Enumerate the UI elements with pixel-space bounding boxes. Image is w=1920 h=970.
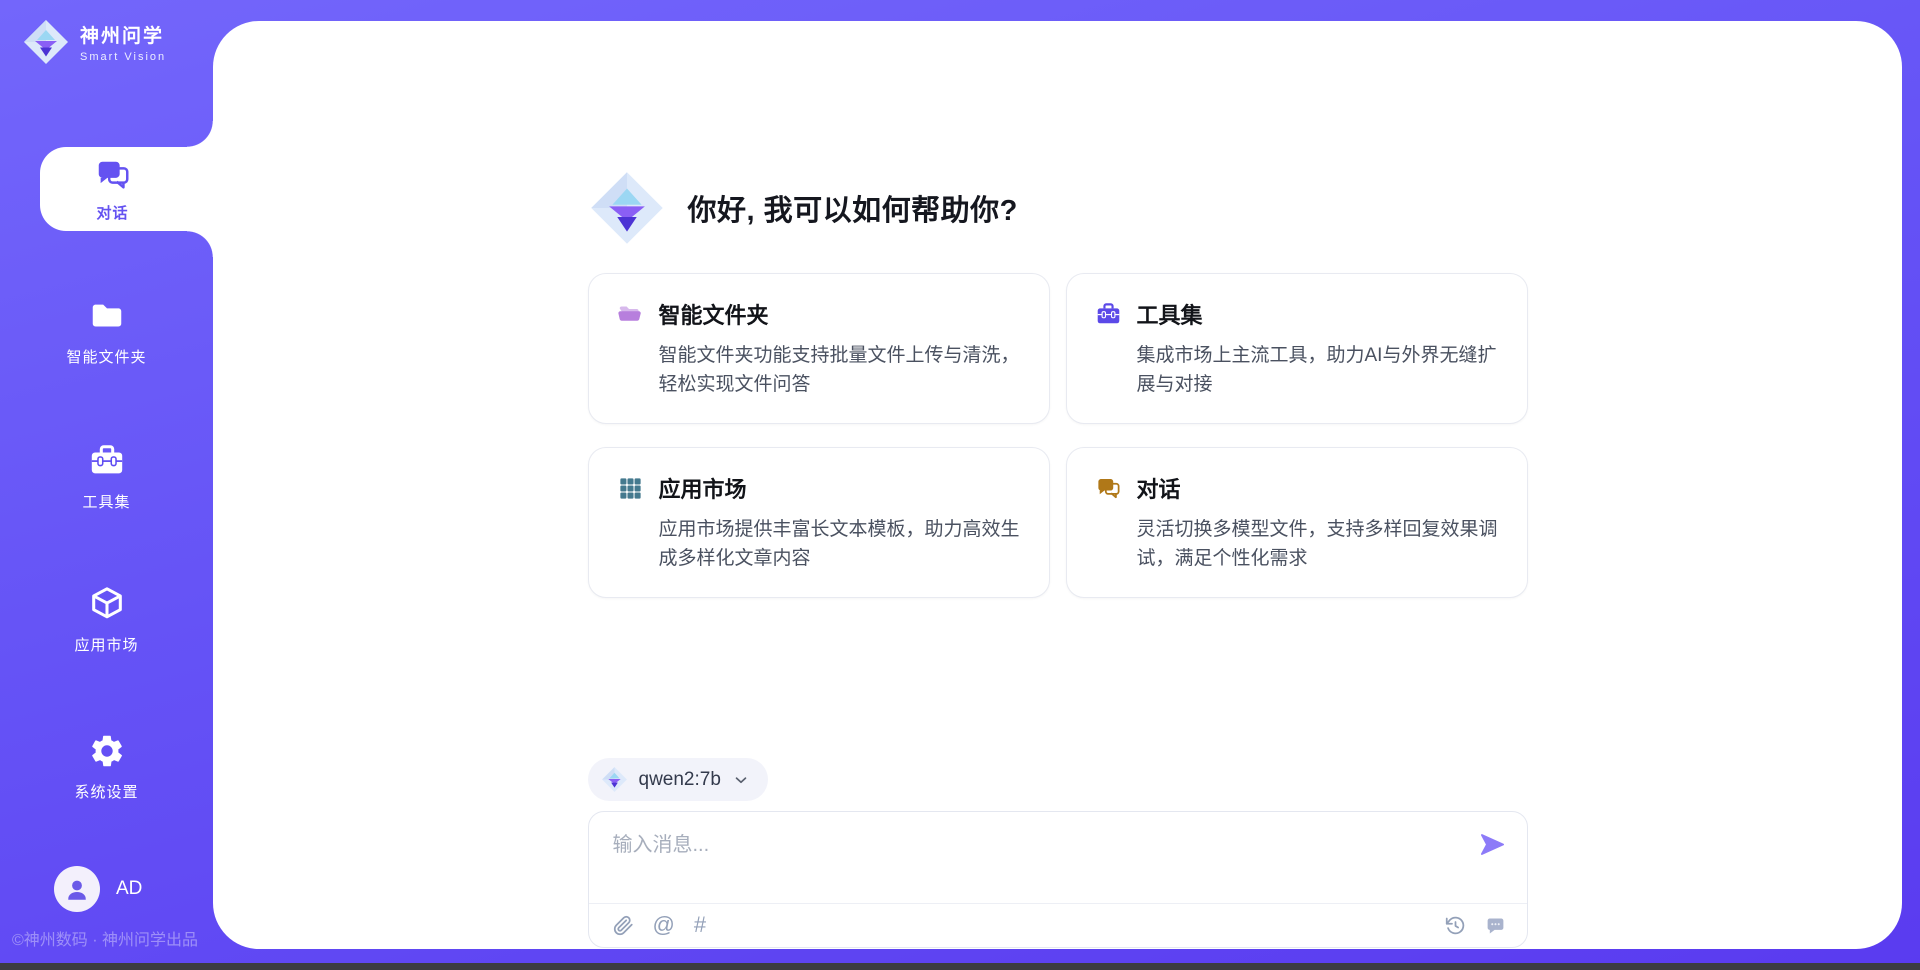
card-title: 应用市场	[659, 472, 747, 504]
sidebar-item-label: 系统设置	[74, 781, 138, 802]
message-input[interactable]	[613, 828, 1433, 884]
greeting: 你好, 我可以如何帮助你?	[588, 169, 1528, 247]
chat-icon	[1095, 475, 1122, 502]
sidebar-item-label: 工具集	[82, 491, 130, 512]
card-title: 智能文件夹	[659, 298, 769, 330]
card-app-market[interactable]: 应用市场 应用市场提供丰富长文本模板，助力高效生成多样化文章内容	[588, 447, 1050, 598]
mention-button[interactable]: @	[653, 914, 675, 936]
brand-name: 神州问学	[80, 21, 166, 48]
chevron-down-icon	[732, 771, 750, 789]
history-button[interactable]	[1445, 915, 1466, 936]
model-name: qwen2:7b	[639, 769, 721, 791]
folder-open-icon	[617, 301, 644, 328]
card-description: 集成市场上主流工具，助力AI与外界无缝扩展与对接	[1137, 342, 1499, 399]
history-clock-icon	[1445, 915, 1466, 936]
at-icon: @	[653, 914, 675, 936]
paperclip-icon	[613, 915, 634, 936]
sidebar-item-smart-folder[interactable]: 智能文件夹	[0, 296, 213, 367]
card-chat[interactable]: 对话 灵活切换多模型文件，支持多样回复效果调试，满足个性化需求	[1066, 447, 1528, 598]
folder-icon	[87, 296, 127, 336]
diamond-logo-icon	[601, 766, 628, 793]
chat-bubble-icon	[1485, 915, 1506, 936]
copyright-footer: ©神州数码 · 神州问学出品	[12, 926, 212, 950]
sidebar-item-app-market[interactable]: 应用市场	[0, 584, 213, 655]
toolbox-icon	[87, 441, 127, 481]
sidebar-item-settings[interactable]: 系统设置	[0, 731, 213, 802]
send-button[interactable]	[1479, 831, 1506, 858]
assistant-diamond-logo-icon	[588, 169, 666, 247]
quick-reply-button[interactable]	[1485, 915, 1506, 936]
sidebar-item-chat[interactable]: 对话	[40, 147, 213, 231]
card-title: 工具集	[1137, 298, 1203, 330]
topic-button[interactable]: #	[694, 914, 706, 936]
sidebar-item-label: 应用市场	[74, 634, 138, 655]
card-description: 灵活切换多模型文件，支持多样回复效果调试，满足个性化需求	[1137, 516, 1499, 573]
toolbox-icon	[1095, 301, 1122, 328]
avatar-person-icon	[63, 875, 91, 903]
brand-subtitle: Smart Vision	[80, 51, 166, 63]
window-bottom-edge	[0, 963, 1920, 970]
card-title: 对话	[1137, 472, 1181, 504]
chat-icon	[93, 155, 133, 195]
model-selector[interactable]: qwen2:7b	[588, 758, 768, 801]
brand-diamond-logo-icon	[22, 18, 70, 66]
sidebar-item-toolset[interactable]: 工具集	[0, 441, 213, 512]
model-selector-row: qwen2:7b	[588, 758, 1528, 801]
avatar	[54, 866, 100, 912]
brand-text: 神州问学 Smart Vision	[80, 21, 166, 63]
hash-icon: #	[694, 914, 706, 936]
main-panel: 你好, 我可以如何帮助你? 智能文件夹 智能文件夹功能支持批量文件上传与清洗，轻…	[213, 21, 1902, 949]
cube-icon	[87, 584, 127, 624]
greeting-title: 你好, 我可以如何帮助你?	[688, 187, 1018, 229]
card-toolset[interactable]: 工具集 集成市场上主流工具，助力AI与外界无缝扩展与对接	[1066, 273, 1528, 424]
grid-icon	[617, 475, 644, 502]
user-name: AD	[116, 878, 142, 900]
gear-icon	[87, 731, 127, 771]
sidebar-item-label: 智能文件夹	[66, 346, 146, 367]
card-description: 应用市场提供丰富长文本模板，助力高效生成多样化文章内容	[659, 516, 1021, 573]
attach-button[interactable]	[613, 915, 634, 936]
sidebar-item-label: 对话	[96, 202, 128, 223]
send-plane-icon	[1479, 831, 1506, 858]
message-composer: @ #	[588, 811, 1528, 948]
card-smart-folder[interactable]: 智能文件夹 智能文件夹功能支持批量文件上传与清洗，轻松实现文件问答	[588, 273, 1050, 424]
sidebar: 神州问学 Smart Vision 对话 智能文件夹 工具集 应用市场 系统设置	[0, 0, 213, 970]
card-description: 智能文件夹功能支持批量文件上传与清洗，轻松实现文件问答	[659, 342, 1021, 399]
composer-toolbar: @ #	[613, 903, 1506, 947]
main-content: 你好, 我可以如何帮助你? 智能文件夹 智能文件夹功能支持批量文件上传与清洗，轻…	[588, 21, 1528, 948]
user-profile[interactable]: AD	[54, 866, 142, 912]
feature-cards: 智能文件夹 智能文件夹功能支持批量文件上传与清洗，轻松实现文件问答 工具集 集成…	[588, 273, 1528, 598]
brand: 神州问学 Smart Vision	[22, 18, 166, 66]
